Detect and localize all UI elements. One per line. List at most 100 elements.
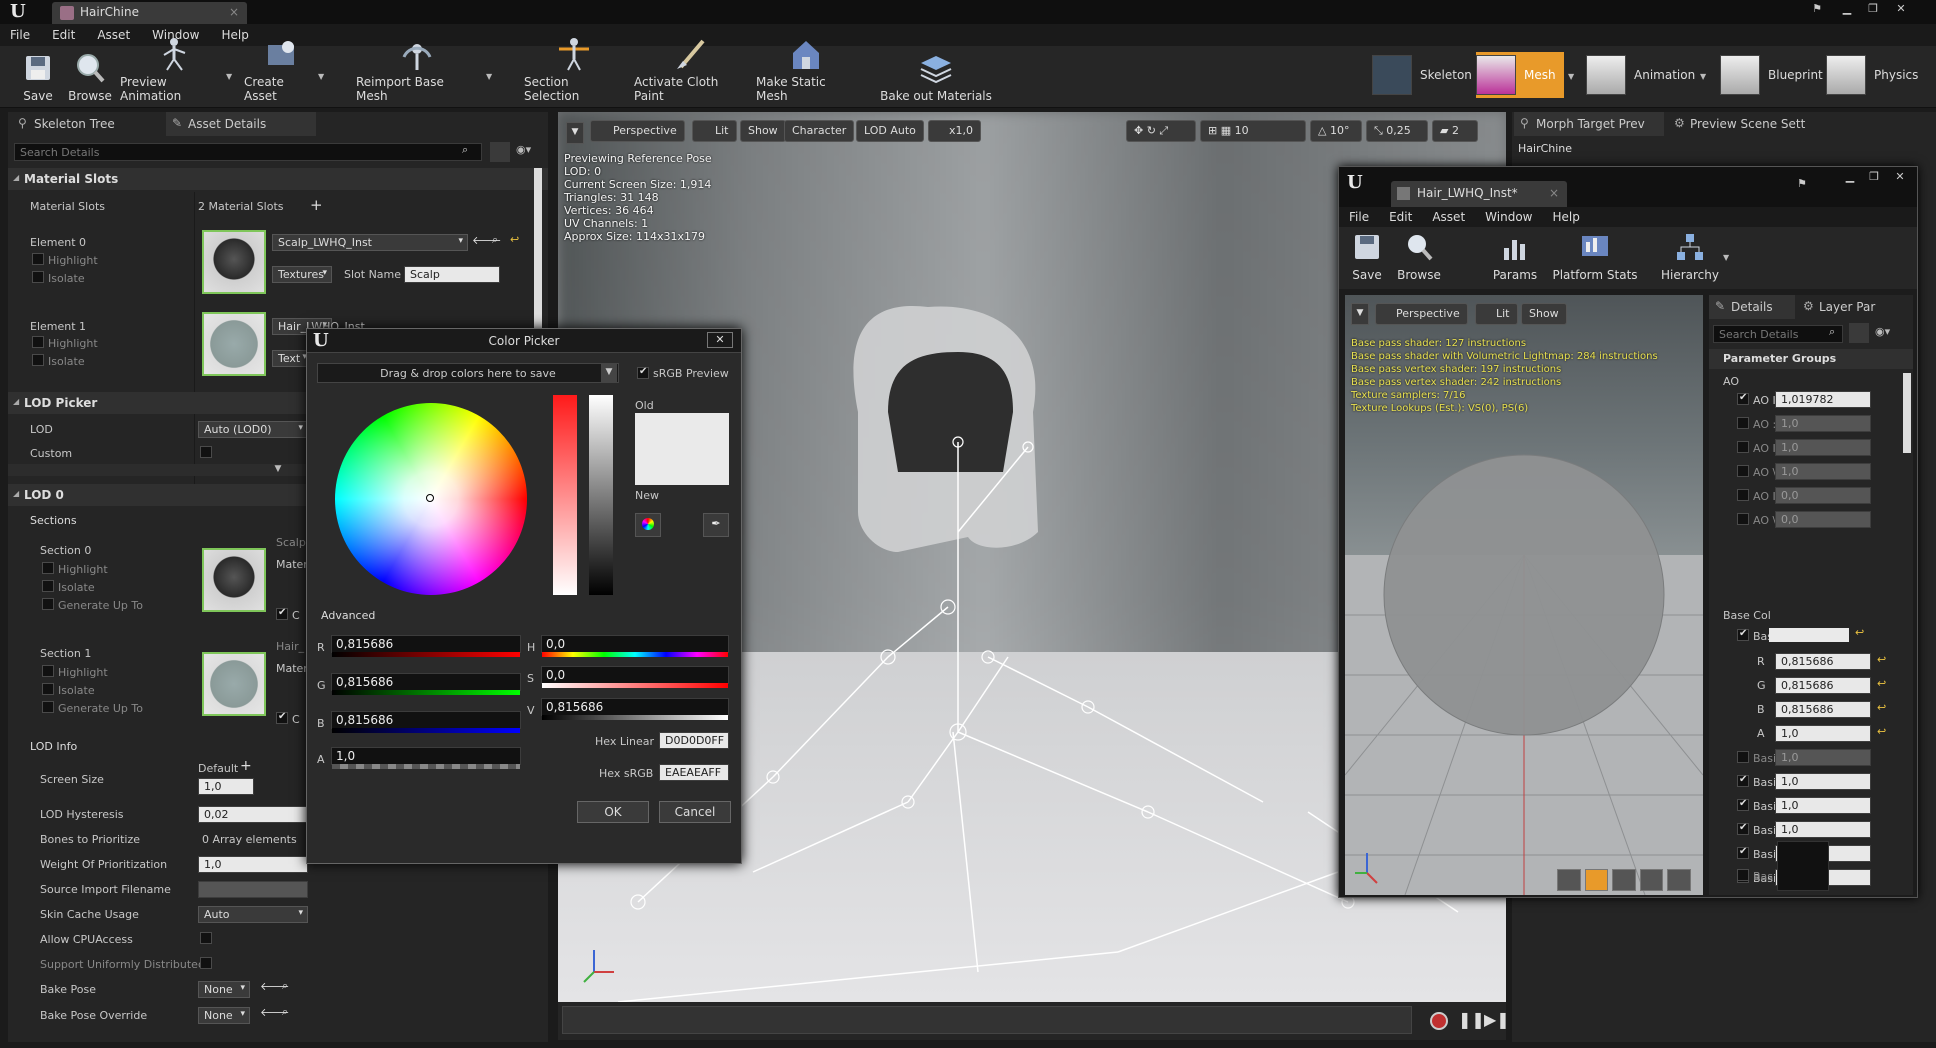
section-0-highlight-checkbox[interactable] (42, 562, 54, 574)
camera-speed[interactable]: ▰ 2 (1432, 120, 1478, 142)
close-window-button[interactable]: ✕ (1889, 169, 1911, 185)
bake-pose-search-icon[interactable]: ⌕ (282, 979, 288, 993)
cancel-button[interactable]: Cancel (659, 801, 731, 823)
record-button[interactable] (1430, 1012, 1448, 1030)
make-static-mesh-button[interactable]: Make Static Mesh (756, 41, 856, 106)
weight-prioritization-input[interactable]: 1,0 (198, 856, 308, 873)
base-texture-checkbox[interactable] (1737, 869, 1749, 881)
pause-button[interactable]: ❚❚ (1458, 1010, 1485, 1029)
base-color-channel-input[interactable]: 1,0 (1775, 725, 1871, 742)
ao-param-checkbox[interactable] (1737, 489, 1749, 501)
g-slider[interactable]: 0,815686 (331, 673, 521, 695)
viewport-options-button[interactable]: ▼ (566, 122, 584, 144)
tab-layer-parameters[interactable]: ⚙ Layer Par (1797, 295, 1907, 319)
bake-override-search-icon[interactable]: ⌕ (282, 1005, 288, 1019)
base-param-checkbox[interactable] (1737, 774, 1749, 787)
base-color-channel-input[interactable]: 0,815686 (1775, 677, 1871, 694)
base-color-checkbox[interactable] (1737, 628, 1749, 641)
scalp-material-thumbnail[interactable] (202, 230, 266, 294)
character-button[interactable]: Character (784, 120, 855, 142)
section-0-thumbnail[interactable] (202, 548, 266, 612)
h-slider[interactable]: 0,0 (541, 635, 729, 657)
hierarchy-dropdown-icon[interactable]: ▼ (1723, 253, 1729, 262)
menu-window[interactable]: Window (1485, 210, 1532, 227)
next-frame-button[interactable]: ▶❚ (1484, 1010, 1510, 1029)
reset-icon[interactable]: ↩ (1877, 725, 1886, 738)
grid-tools[interactable]: ⊞ ▦ 10 (1200, 120, 1306, 142)
menu-file[interactable]: File (1349, 210, 1369, 227)
lod-auto-button[interactable]: LOD Auto (856, 120, 924, 142)
viewport-options-button[interactable]: ▼ (1351, 303, 1369, 325)
ok-button[interactable]: OK (577, 801, 649, 823)
wheel-selector[interactable] (426, 494, 434, 502)
element-0-highlight-checkbox[interactable] (32, 253, 44, 265)
menu-help[interactable]: Help (1552, 210, 1579, 227)
create-asset-button[interactable]: Create Asset (244, 41, 318, 106)
lit-button[interactable]: Lit (692, 120, 737, 142)
sphere-shape-button[interactable] (1584, 869, 1609, 891)
hierarchy-button[interactable]: Hierarchy (1659, 229, 1721, 285)
base-param-input[interactable]: 1,0 (1775, 797, 1871, 814)
tab-skeleton-tree[interactable]: ⚲ Skeleton Tree (12, 112, 162, 136)
section-0-generate-checkbox[interactable] (42, 598, 54, 610)
menu-edit[interactable]: Edit (1389, 210, 1412, 227)
ao-param-input[interactable]: 1,019782 (1775, 391, 1871, 408)
create-asset-dropdown-icon[interactable]: ▼ (318, 72, 324, 81)
texture-thumbnail[interactable] (1777, 841, 1829, 891)
section-0-isolate-checkbox[interactable] (42, 580, 54, 592)
show-button[interactable]: Show (1521, 303, 1567, 325)
menu-help[interactable]: Help (221, 28, 248, 42)
base-param-checkbox[interactable] (1737, 846, 1749, 859)
v-slider[interactable]: 0,815686 (541, 698, 729, 720)
scale-snap[interactable]: ⤡ 0,25 (1366, 120, 1428, 142)
reset-icon[interactable]: ↩ (1877, 701, 1886, 714)
hex-linear-input[interactable]: D0D0D0FF (659, 732, 729, 749)
material-tab[interactable]: Hair_LWHQ_Inst* × (1391, 181, 1567, 207)
saturation-slider[interactable] (553, 395, 577, 595)
document-tab[interactable]: HairChine × (52, 2, 247, 24)
restore-button[interactable]: ❐ (1862, 1, 1884, 17)
color-wheel[interactable] (335, 403, 527, 595)
lod-hysteresis-input[interactable]: 0,02 (198, 806, 308, 823)
ao-param-input[interactable]: 1,0 (1775, 439, 1871, 456)
value-slider[interactable] (589, 395, 613, 595)
ao-param-input[interactable]: 1,0 (1775, 463, 1871, 480)
section-1-isolate-checkbox[interactable] (42, 683, 54, 695)
browse-button[interactable]: Browse (66, 50, 114, 106)
section-1-highlight-checkbox[interactable] (42, 665, 54, 677)
lod-info-label[interactable]: LOD Info (30, 740, 77, 753)
ao-param-checkbox[interactable] (1737, 417, 1749, 429)
activate-cloth-paint-button[interactable]: Activate Cloth Paint (634, 39, 746, 106)
saved-colors-dropzone[interactable]: Drag & drop colors here to save (317, 363, 619, 383)
base-param-checkbox[interactable] (1737, 822, 1749, 835)
animation-mode-dropdown-icon[interactable]: ▼ (1700, 72, 1706, 81)
ao-param-input[interactable]: 0,0 (1775, 487, 1871, 504)
notification-icon[interactable]: ⚑ (1797, 177, 1807, 190)
params-button[interactable]: Params (1487, 229, 1543, 285)
slot-name-input[interactable]: Scalp (404, 266, 500, 283)
mode-mesh-button[interactable]: Mesh (1476, 52, 1564, 98)
bake-out-materials-button[interactable]: Bake out Materials (866, 50, 1006, 106)
lod-combo[interactable]: Auto (LOD0) (198, 421, 308, 438)
r-slider[interactable]: 0,815686 (331, 635, 521, 657)
mesh-mode-dropdown-icon[interactable]: ▼ (1568, 72, 1574, 81)
playback-speed-button[interactable]: x1,0 (928, 120, 982, 142)
a-slider[interactable]: 1,0 (331, 747, 521, 769)
view-options-grid-icon[interactable] (490, 142, 510, 162)
preview-animation-dropdown-icon[interactable]: ▼ (226, 72, 232, 81)
notification-icon[interactable]: ⚑ (1806, 1, 1828, 17)
hex-srgb-input[interactable]: EAEAEAFF (659, 764, 729, 781)
timeline-scrubber[interactable] (562, 1006, 1412, 1034)
skin-cache-combo[interactable]: Auto (198, 906, 308, 923)
add-slot-icon[interactable]: + (310, 196, 323, 214)
ao-param-checkbox[interactable] (1737, 441, 1749, 453)
section-1-thumbnail[interactable] (202, 652, 266, 716)
save-button[interactable]: Save (14, 50, 62, 106)
base-param-checkbox[interactable] (1737, 751, 1749, 763)
saved-colors-dropdown-icon[interactable]: ▼ (601, 364, 617, 382)
section-1-generate-checkbox[interactable] (42, 701, 54, 713)
color-wheel-mode-icon[interactable] (635, 513, 661, 537)
platform-stats-button[interactable]: Platform Stats (1549, 229, 1641, 285)
uniform-dist-checkbox[interactable] (200, 957, 212, 969)
transform-tools[interactable]: ✥ ↻ ⤢ (1126, 120, 1196, 142)
